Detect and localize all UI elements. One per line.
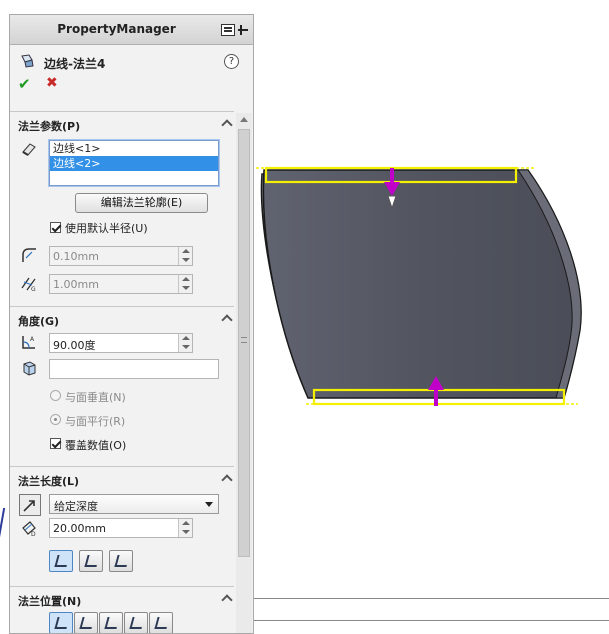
flange-length-value: 20.00mm — [53, 522, 106, 535]
outer-virtual-sharp-button[interactable] — [49, 550, 73, 572]
panel-header: PropertyManager — [10, 15, 253, 45]
use-default-radius-label: 使用默认半径(U) — [65, 222, 148, 235]
section-title-flange-length[interactable]: 法兰长度(L) — [18, 473, 79, 489]
collapse-icon[interactable] — [222, 474, 232, 482]
feature-title: 边线-法兰4 — [44, 57, 106, 71]
inner-virtual-sharp-button[interactable] — [79, 550, 103, 572]
section-title-flange-position[interactable]: 法兰位置(N) — [18, 593, 81, 609]
edge-selection-list[interactable]: 边线<1> 边线<2> — [49, 140, 219, 186]
cancel-button[interactable]: ✖ — [46, 75, 58, 91]
reference-face-icon — [23, 361, 36, 376]
flange-params-section: 法兰参数(P) 边线<1> 边线<2> 编辑法兰轮廓(E) 使用默认半径(U) … — [10, 111, 234, 306]
flange-angle-icon: A — [22, 336, 35, 349]
collapse-icon[interactable] — [222, 119, 232, 127]
bend-radius-field[interactable]: 0.10mm — [49, 246, 193, 266]
axis-triad-fragment — [0, 508, 10, 544]
sheet-metal-model[interactable] — [256, 154, 586, 424]
splitter-grip-icon[interactable] — [241, 337, 247, 343]
length-distance-icon: D — [22, 521, 36, 537]
scroll-up-icon[interactable] — [240, 117, 248, 122]
spin-arrows-icon[interactable] — [178, 275, 192, 293]
material-outside-button[interactable] — [74, 612, 98, 633]
scroll-thumb[interactable] — [238, 129, 250, 557]
bend-from-virtual-sharp-button[interactable] — [124, 612, 148, 633]
panel-title: PropertyManager — [57, 22, 176, 36]
flange-length-field[interactable]: 20.00mm — [49, 518, 193, 538]
bend-outside-button[interactable] — [99, 612, 123, 633]
svg-text:A: A — [30, 336, 35, 343]
parallel-label: 与面平行(R) — [65, 415, 126, 428]
parallel-radio[interactable] — [50, 414, 61, 425]
spin-arrows-icon[interactable] — [178, 334, 192, 352]
perpendicular-label: 与面垂直(N) — [65, 391, 126, 404]
end-condition-value: 给定深度 — [54, 500, 98, 513]
spin-arrows-icon[interactable] — [178, 247, 192, 265]
panel-content: 法兰参数(P) 边线<1> 边线<2> 编辑法兰轮廓(E) 使用默认半径(U) … — [10, 111, 234, 633]
graphics-guide-line — [254, 598, 609, 599]
use-default-radius-checkbox[interactable] — [50, 222, 61, 233]
bend-radius-icon — [22, 248, 36, 262]
end-condition-select[interactable]: 给定深度 — [49, 494, 219, 514]
feature-title-row: 边线-法兰4 ? — [10, 45, 253, 75]
edge-select-icon — [22, 143, 36, 156]
flange-length-section: 法兰长度(L) 给定深度 D 20.00mm — [10, 466, 234, 586]
list-item[interactable]: 边线<2> — [50, 156, 218, 171]
collapse-icon[interactable] — [222, 594, 232, 602]
material-inside-button[interactable] — [49, 612, 73, 633]
tangent-to-bend-button[interactable] — [149, 612, 173, 633]
edge-flange-icon — [21, 54, 34, 68]
spin-arrows-icon[interactable] — [178, 519, 192, 537]
graphics-guide-line — [254, 620, 609, 621]
section-title-angle[interactable]: 角度(G) — [18, 313, 59, 329]
tangent-bend-button[interactable] — [109, 550, 133, 572]
override-value-checkbox[interactable] — [50, 438, 61, 449]
gap-distance-icon: G — [21, 277, 36, 292]
list-item[interactable]: 边线<1> — [50, 141, 218, 156]
action-row: ✔ ✖ — [10, 75, 253, 99]
chevron-down-icon[interactable] — [205, 502, 213, 507]
flange-position-section: 法兰位置(N) — [10, 586, 234, 633]
collapse-icon[interactable] — [222, 314, 232, 322]
flange-angle-value: 90.00度 — [53, 339, 96, 352]
angle-section: 角度(G) A 90.00度 与面垂直(N) 与面平行(R) 覆盖数值(O) — [10, 306, 234, 466]
gap-distance-field[interactable]: 1.00mm — [49, 274, 193, 294]
override-value-label: 覆盖数值(O) — [65, 439, 127, 452]
flange-angle-field[interactable]: 90.00度 — [49, 333, 193, 353]
property-manager-panel: PropertyManager 边线-法兰4 ? ✔ ✖ 法兰参数(P) 边线<… — [9, 14, 254, 634]
ok-button[interactable]: ✔ — [18, 75, 31, 93]
panel-scrollbar[interactable] — [236, 113, 252, 633]
reference-face-input[interactable] — [49, 359, 219, 379]
reverse-direction-icon[interactable] — [19, 494, 41, 516]
perpendicular-radio[interactable] — [50, 390, 61, 401]
svg-text:D: D — [31, 531, 36, 537]
pin-icon[interactable] — [221, 22, 249, 38]
gap-distance-value: 1.00mm — [53, 278, 99, 291]
section-title-flange-params[interactable]: 法兰参数(P) — [18, 118, 80, 134]
help-icon[interactable]: ? — [224, 54, 239, 69]
svg-text:G: G — [31, 286, 36, 292]
edit-flange-profile-button[interactable]: 编辑法兰轮廓(E) — [75, 193, 208, 213]
bend-radius-value: 0.10mm — [53, 250, 99, 263]
